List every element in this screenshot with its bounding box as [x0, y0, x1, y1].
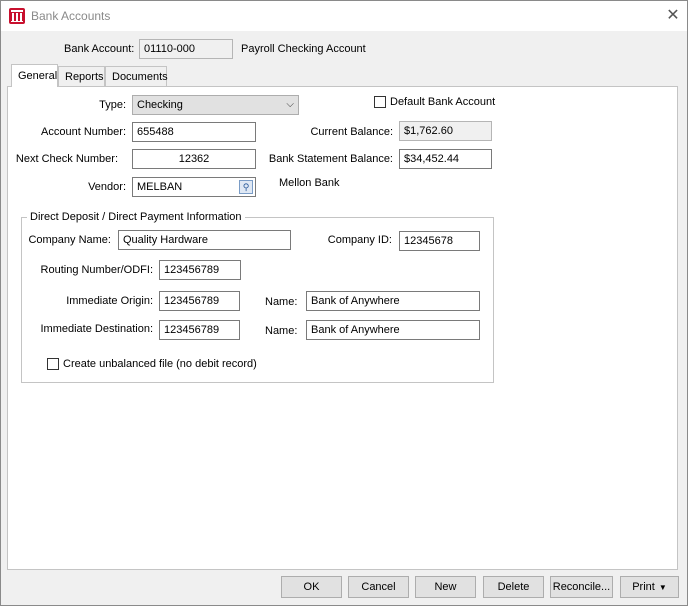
- print-button-label: Print: [632, 581, 655, 593]
- tab-general[interactable]: General: [11, 64, 58, 87]
- caret-down-icon: ▼: [658, 583, 667, 592]
- current-balance-label: Current Balance:: [310, 126, 393, 138]
- direct-deposit-title: Direct Deposit / Direct Payment Informat…: [27, 210, 245, 224]
- account-description: Payroll Checking Account: [241, 43, 366, 55]
- destination-name-field[interactable]: Bank of Anywhere: [306, 320, 480, 340]
- vendor-label: Vendor:: [88, 181, 126, 193]
- type-select[interactable]: Checking ⌵: [132, 95, 299, 115]
- tab-documents[interactable]: Documents: [105, 66, 168, 86]
- account-number-field[interactable]: 655488: [132, 122, 256, 142]
- routing-label: Routing Number/ODFI:: [40, 264, 153, 276]
- bank-statement-label: Bank Statement Balance:: [268, 153, 393, 165]
- origin-name-field[interactable]: Bank of Anywhere: [306, 291, 480, 311]
- unbalanced-label: Create unbalanced file (no debit record): [63, 358, 257, 370]
- next-check-field[interactable]: 12362: [132, 149, 256, 169]
- current-balance-field[interactable]: $1,762.60: [399, 121, 492, 141]
- company-name-field[interactable]: Quality Hardware: [118, 230, 291, 250]
- reconcile-button[interactable]: Reconcile...: [550, 576, 613, 598]
- default-bank-label: Default Bank Account: [390, 96, 496, 108]
- ok-button[interactable]: OK: [281, 576, 342, 598]
- default-bank-checkbox[interactable]: [374, 96, 386, 108]
- delete-button[interactable]: Delete: [483, 576, 544, 598]
- bank-statement-field[interactable]: $34,452.44: [399, 149, 492, 169]
- immediate-origin-field[interactable]: 123456789: [159, 291, 240, 311]
- tab-reports[interactable]: Reports: [58, 66, 105, 86]
- immediate-destination-field[interactable]: 123456789: [159, 320, 240, 340]
- window-title: Bank Accounts: [31, 9, 111, 23]
- title-bar: Bank Accounts ✕: [1, 1, 687, 31]
- new-button[interactable]: New: [415, 576, 476, 598]
- origin-name-label: Name:: [265, 296, 298, 308]
- bank-icon: [9, 8, 25, 24]
- print-button[interactable]: Print ▼: [620, 576, 679, 598]
- destination-name-label: Name:: [265, 325, 298, 337]
- magnifier-icon[interactable]: ⚲: [239, 180, 253, 194]
- next-check-label: Next Check Number:: [15, 153, 118, 165]
- close-icon[interactable]: ✕: [661, 4, 685, 28]
- immediate-origin-label: Immediate Origin:: [66, 295, 153, 307]
- unbalanced-checkbox[interactable]: [47, 358, 59, 370]
- routing-field[interactable]: 123456789: [159, 260, 241, 280]
- bank-accounts-window: Bank Accounts ✕ Bank Account: 01110-000 …: [0, 0, 688, 606]
- chevron-down-icon: ⌵: [286, 99, 294, 110]
- company-id-field[interactable]: 12345678: [399, 231, 480, 251]
- type-label: Type:: [99, 99, 126, 111]
- bank-account-field[interactable]: 01110-000: [139, 39, 233, 59]
- type-selected-value: Checking: [137, 99, 183, 111]
- vendor-name: Mellon Bank: [279, 177, 340, 189]
- bank-account-label: Bank Account:: [64, 43, 135, 55]
- account-number-label: Account Number:: [41, 126, 126, 138]
- company-id-label: Company ID:: [327, 234, 392, 246]
- cancel-button[interactable]: Cancel: [348, 576, 409, 598]
- immediate-destination-label: Immediate Destination:: [40, 323, 154, 335]
- company-name-label: Company Name:: [28, 234, 111, 246]
- vendor-field[interactable]: MELBAN: [132, 177, 256, 197]
